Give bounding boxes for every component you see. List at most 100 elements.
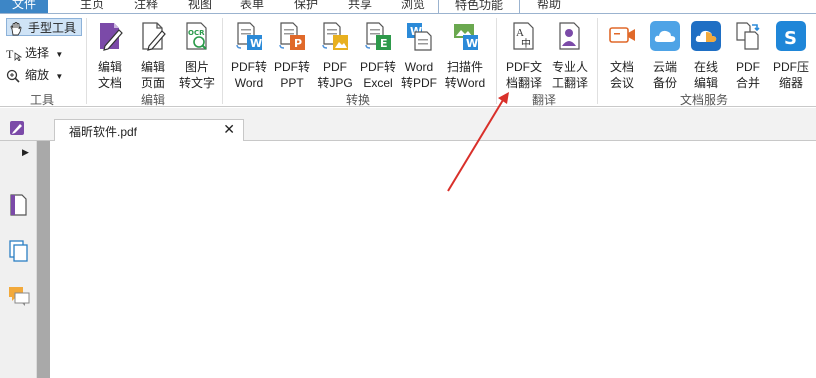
group-label-edit: 编辑 [140, 93, 165, 107]
tab-view[interactable]: 视图 [182, 0, 218, 13]
svg-text:W: W [466, 37, 478, 50]
professional-translate-label-2: 工翻译 [551, 76, 588, 90]
page-thumbnail-icon[interactable] [8, 193, 30, 217]
cloud-icon [650, 20, 680, 52]
hand-icon [9, 21, 25, 36]
word-to-pdf-label-2: 转PDF [400, 76, 437, 90]
document-meeting-label-2: 会议 [609, 76, 634, 90]
svg-text:OCR: OCR [188, 29, 205, 37]
ocr-label-2: 转文字 [178, 76, 215, 90]
edit-page-icon [138, 20, 168, 52]
group-label-convert: 转换 [345, 93, 370, 107]
pdf-to-ppt-label-1: PDF转 [273, 60, 310, 74]
merge-icon [733, 20, 763, 52]
pdf-translate-label-2: 档翻译 [505, 76, 542, 90]
pdf-compress-label-1: PDF压 [772, 60, 809, 74]
expand-panel-arrow-icon[interactable]: ▶ [22, 147, 29, 158]
hand-tool-label: 手型工具 [28, 21, 77, 35]
pdf-to-word-icon: W [234, 20, 264, 52]
tab-file[interactable]: 文件 [0, 0, 48, 13]
tab-share[interactable]: 共享 [342, 0, 378, 13]
chevron-down-icon: ▼ [55, 50, 64, 59]
edit-document-label-1: 编辑 [97, 60, 122, 74]
document-canvas[interactable] [50, 141, 816, 378]
svg-text:T: T [6, 47, 14, 61]
pdf-to-excel-label-2: Excel [363, 76, 393, 90]
group-divider [597, 18, 598, 104]
tab-home[interactable]: 主页 [72, 0, 112, 13]
zoom-tool-button[interactable]: 缩放 ▼ [6, 66, 63, 84]
pdf-merge-label-2: 合并 [735, 76, 760, 90]
comments-icon[interactable] [8, 284, 30, 308]
hand-tool-button[interactable]: 手型工具 [6, 18, 82, 36]
close-icon[interactable]: ✕ [223, 121, 235, 138]
edit-document-label-2: 文档 [97, 76, 122, 90]
pdf-to-jpg-label-1: PDF [323, 60, 347, 74]
document-tab-bar: 福昕软件.pdf ✕ [0, 108, 816, 141]
cloud-backup-label-2: 备份 [652, 76, 677, 90]
chevron-down-icon: ▼ [55, 72, 64, 81]
cloud-backup-label-1: 云端 [652, 60, 677, 74]
document-meeting-label-1: 文档 [609, 60, 634, 74]
group-label-translate: 翻译 [531, 93, 556, 107]
pdf-to-word-label-1: PDF转 [230, 60, 267, 74]
tab-special-features[interactable]: 特色功能 [438, 0, 520, 13]
scan-to-word-label-1: 扫描件 [446, 60, 483, 74]
document-tab[interactable]: 福昕软件.pdf ✕ [54, 119, 244, 141]
group-divider [222, 18, 223, 104]
svg-text:P: P [294, 37, 302, 50]
pdf-editor-window: 文件 主页 注释 视图 表单 保护 共享 浏览 特色功能 帮助 手型工具 T 选… [0, 0, 816, 378]
tab-help[interactable]: 帮助 [531, 0, 567, 13]
pdf-to-excel-label-1: PDF转 [359, 60, 396, 74]
edit-page-label-2: 页面 [140, 76, 165, 90]
svg-text:W: W [250, 37, 262, 50]
ribbon-toolbar: 手型工具 T 选择 ▼ 缩放 ▼ 工具 编辑 文档 编辑 页面 OCR 图片 转… [0, 13, 816, 107]
document-tab-title: 福昕软件.pdf [69, 125, 138, 139]
edit-page-label-1: 编辑 [140, 60, 165, 74]
group-label-document-services: 文档服务 [679, 93, 728, 107]
translate-icon: A中 [509, 20, 539, 52]
pdf-merge-label-1: PDF [736, 60, 760, 74]
online-edit-cloud-icon [691, 20, 721, 52]
group-label-tools: 工具 [29, 93, 54, 107]
edit-document-icon [95, 20, 125, 52]
pdf-to-excel-icon: E [363, 20, 393, 52]
scan-to-word-icon: W [450, 20, 480, 52]
scan-to-word-label-2: 转Word [444, 76, 486, 90]
navigation-panel: ▶ [0, 141, 37, 378]
svg-text:S: S [784, 28, 797, 49]
panel-divider[interactable] [37, 141, 50, 378]
tab-comment[interactable]: 注释 [128, 0, 164, 13]
pdf-to-word-label-2: Word [234, 76, 264, 90]
menu-bar: 文件 主页 注释 视图 表单 保护 共享 浏览 特色功能 帮助 [0, 0, 816, 13]
ocr-label-1: 图片 [184, 60, 209, 74]
word-to-pdf-icon: W [404, 20, 434, 52]
zoom-icon [6, 69, 22, 83]
tab-form[interactable]: 表单 [234, 0, 270, 13]
online-edit-label-1: 在线 [693, 60, 718, 74]
tab-protect[interactable]: 保护 [288, 0, 324, 13]
video-meeting-icon [607, 20, 637, 52]
professional-translate-label-1: 专业人 [551, 60, 588, 74]
group-divider [496, 18, 497, 104]
pdf-to-ppt-label-2: PPT [280, 76, 304, 90]
zoom-tool-label: 缩放 [25, 68, 50, 82]
group-divider [86, 18, 87, 104]
svg-text:E: E [380, 37, 388, 50]
pdf-to-ppt-icon: P [277, 20, 307, 52]
ocr-icon: OCR [182, 20, 212, 52]
select-tool-label: 选择 [25, 46, 50, 60]
pdf-to-jpg-icon [320, 20, 350, 52]
app-logo-icon [9, 120, 25, 136]
human-translator-icon [555, 20, 585, 52]
text-select-icon: T [6, 47, 23, 62]
word-to-pdf-label-1: Word [404, 60, 434, 74]
pdf-compress-label-2: 缩器 [778, 76, 803, 90]
select-tool-button[interactable]: T 选择 ▼ [6, 44, 63, 62]
tab-browse[interactable]: 浏览 [395, 0, 431, 13]
compress-icon: S [776, 20, 806, 52]
svg-text:中: 中 [521, 37, 531, 50]
online-edit-label-2: 编辑 [693, 76, 718, 90]
layers-icon[interactable] [8, 239, 30, 263]
pdf-translate-label-1: PDF文 [505, 60, 542, 74]
